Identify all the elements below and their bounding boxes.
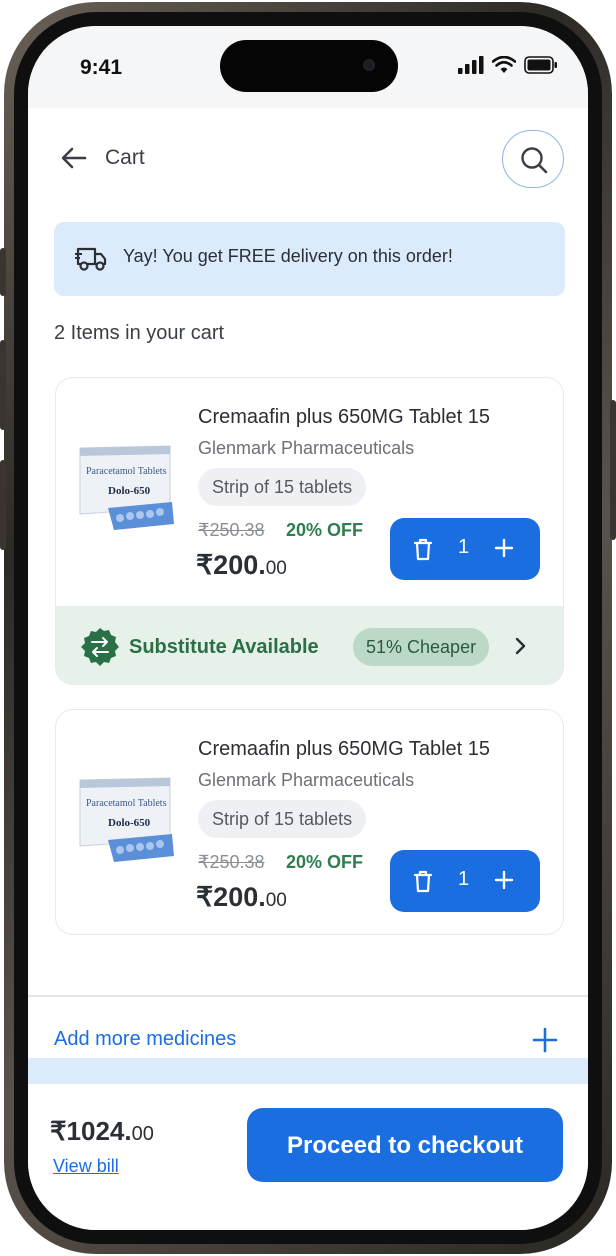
product-image: Paracetamol Tablets Dolo-650 [78, 444, 174, 530]
view-bill-link[interactable]: View bill [53, 1156, 119, 1177]
image-label-top: Paracetamol Tablets [86, 466, 167, 477]
plus-icon [494, 538, 514, 558]
product-image: Paracetamol Tablets Dolo-650 [78, 776, 174, 862]
price-paise: 00 [265, 558, 287, 579]
status-icons [458, 56, 558, 74]
substitute-label: Substitute Available [129, 636, 319, 658]
product-name[interactable]: Cremaafin plus 650MG Tablet 15 [198, 738, 490, 761]
swap-icon [81, 628, 119, 666]
image-label-brand: Dolo-650 [108, 485, 151, 497]
wifi-icon [492, 56, 516, 73]
product-brand: Glenmark Pharmaceuticals [198, 770, 415, 790]
screen: 9:41 Cart Yay! You get FREE delivery on … [28, 26, 588, 1230]
delivery-text: Yay! You get FREE delivery on this order… [123, 246, 453, 266]
camera-icon [363, 59, 375, 71]
chevron-right-icon [515, 637, 526, 655]
quantity-value: 1 [458, 868, 470, 890]
plus-icon[interactable] [531, 1026, 559, 1054]
power-button [610, 400, 616, 540]
search-icon [521, 147, 548, 174]
plus-icon [494, 870, 514, 890]
original-price: ₹250.38 [198, 852, 265, 872]
page-title: Cart [105, 146, 145, 169]
back-arrow-icon [61, 147, 87, 169]
cart-item: Paracetamol Tablets Dolo-650 Cremaafin p… [55, 377, 564, 685]
delete-icon[interactable] [412, 868, 434, 894]
back-button[interactable] [58, 142, 90, 174]
product-name[interactable]: Cremaafin plus 650MG Tablet 15 [198, 406, 490, 429]
free-delivery-banner: Yay! You get FREE delivery on this order… [54, 222, 565, 296]
cart-content: Yay! You get FREE delivery on this order… [28, 208, 588, 1088]
status-bar: 9:41 [28, 26, 588, 108]
search-button[interactable] [502, 130, 564, 188]
cheaper-badge: 51% Cheaper [353, 628, 490, 666]
quantity-stepper: 1 [390, 518, 540, 580]
battery-icon [524, 56, 557, 74]
increment-button[interactable] [494, 860, 514, 901]
total-main: ₹1024. [50, 1116, 132, 1146]
divider [28, 995, 588, 997]
proceed-to-checkout-button[interactable]: Proceed to checkout [247, 1108, 563, 1182]
checkout-footer: ₹1024.00 View bill Proceed to checkout [28, 1084, 588, 1230]
volume-down-button [0, 460, 6, 550]
signal-icon [458, 56, 484, 74]
discounted-price: ₹200.00 [196, 550, 287, 581]
increment-button[interactable] [494, 528, 514, 569]
add-more-medicines-link[interactable]: Add more medicines [54, 1028, 236, 1051]
product-brand: Glenmark Pharmaceuticals [198, 438, 415, 458]
status-time: 9:41 [80, 56, 123, 79]
price-paise: 00 [265, 890, 287, 911]
app-header: Cart [28, 108, 588, 208]
substitute-bar[interactable]: Substitute Available 51% Cheaper [56, 606, 563, 684]
quantity-stepper: 1 [390, 850, 540, 912]
pack-size-pill: Strip of 15 tablets [198, 468, 367, 506]
delete-icon[interactable] [412, 536, 434, 562]
discounted-price: ₹200.00 [196, 882, 287, 913]
quantity-value: 1 [458, 536, 470, 558]
volume-up-button [0, 340, 6, 430]
pack-size-pill: Strip of 15 tablets [198, 800, 367, 838]
discount-label: 20% OFF [286, 520, 364, 540]
price-main: ₹200. [196, 550, 266, 580]
discount-label: 20% OFF [286, 852, 364, 872]
image-label-top: Paracetamol Tablets [86, 798, 167, 809]
delivery-truck-icon [75, 247, 107, 271]
total-paise: 00 [131, 1123, 154, 1145]
original-price: ₹250.38 [198, 520, 265, 540]
cart-item: Paracetamol Tablets Dolo-650 Cremaafin p… [55, 709, 564, 935]
cart-total: ₹1024.00 [50, 1116, 154, 1147]
cart-items-count: 2 Items in your cart [54, 322, 225, 344]
section-strip [28, 1058, 588, 1084]
action-button [0, 248, 6, 296]
image-label-brand: Dolo-650 [108, 817, 151, 829]
price-main: ₹200. [196, 882, 266, 912]
